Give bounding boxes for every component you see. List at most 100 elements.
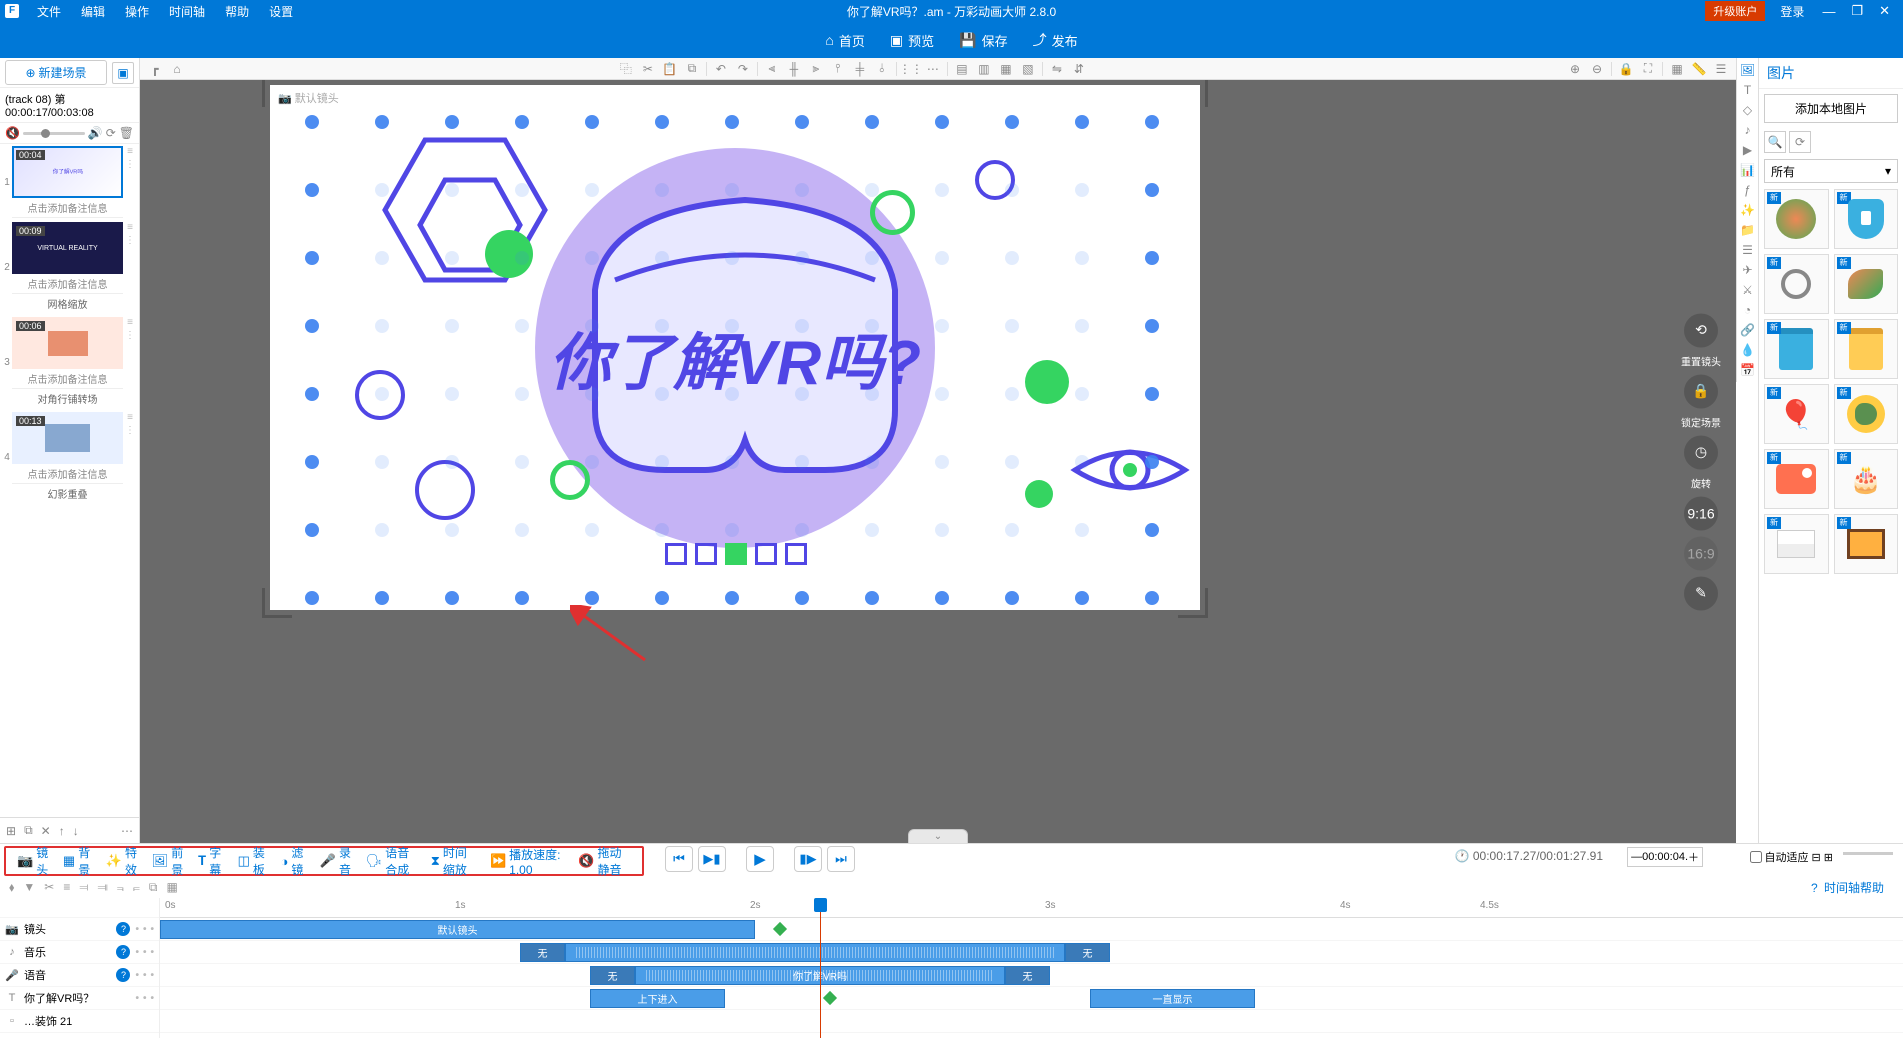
loop-icon[interactable]: ⟳ — [106, 126, 116, 140]
tool-dragmute[interactable]: 🔇拖动静音 — [572, 844, 637, 878]
tool-speed[interactable]: ⏩播放速度: 1.00 — [484, 846, 572, 877]
vt-link-icon[interactable]: 🔗 — [1739, 321, 1757, 339]
tb-dist-h-icon[interactable]: ⋮⋮ — [901, 60, 921, 78]
tb-front-icon[interactable]: ▤ — [952, 60, 972, 78]
tool-bg[interactable]: ▦背景 — [57, 844, 100, 878]
track-text[interactable]: T你了解VR吗？••• — [0, 987, 159, 1010]
timeline-zoom-slider[interactable] — [1843, 852, 1893, 855]
tb-grid-icon[interactable]: ▦ — [1667, 60, 1687, 78]
asset-item[interactable]: 新🎈 — [1764, 384, 1829, 444]
asset-item[interactable]: 新 — [1764, 514, 1829, 574]
new-scene-button[interactable]: ⊕新建场景 — [5, 60, 107, 85]
tb-align-hc-icon[interactable]: ╫ — [784, 60, 804, 78]
asset-item[interactable]: 新 — [1834, 514, 1899, 574]
asset-item[interactable]: 新 — [1834, 319, 1899, 379]
track-camera[interactable]: 📷镜头?••• — [0, 918, 159, 941]
tb-dist-v-icon[interactable]: ⋯ — [923, 60, 943, 78]
vt-layers-icon[interactable]: ☰ — [1739, 241, 1757, 259]
up-icon[interactable]: ↑ — [56, 822, 68, 840]
tb-flip-v-icon[interactable]: ⇵ — [1069, 60, 1089, 78]
vt-chart-icon[interactable]: 📊 — [1739, 161, 1757, 179]
tl-filter-icon[interactable]: ▼ — [20, 880, 38, 894]
ratio-916-button[interactable]: 9:16 — [1684, 496, 1718, 530]
tb-redo-icon[interactable]: ↷ — [733, 60, 753, 78]
asset-item[interactable]: 新🎂 — [1834, 449, 1899, 509]
tool-filter[interactable]: ◑滤镜 — [274, 844, 313, 878]
vt-text-icon[interactable]: T — [1739, 81, 1757, 99]
auto-adapt-checkbox[interactable]: 自动适应 ⊟ ⊞ — [1750, 849, 1834, 865]
tb-dup-icon[interactable]: ⧉ — [682, 60, 702, 78]
tb-layer-icon[interactable]: ☰ — [1711, 60, 1731, 78]
upgrade-button[interactable]: 升级账户 — [1705, 1, 1765, 21]
tb-corner-icon[interactable]: ┏ — [145, 60, 165, 78]
vt-folder-icon[interactable]: 📁 — [1739, 221, 1757, 239]
save-button[interactable]: 💾保存 — [959, 31, 1007, 50]
track-row-camera[interactable]: 默认镜头 — [160, 918, 1903, 941]
menu-op[interactable]: 操作 — [115, 3, 159, 20]
menu-edit[interactable]: 编辑 — [71, 3, 115, 20]
scene-item-4[interactable]: 4 00:13 点击添加备注信息 幻影重叠 ≡⋮ — [2, 412, 137, 503]
home-button[interactable]: ⌂首页 — [825, 31, 864, 50]
play-button[interactable]: ▶ — [746, 846, 774, 872]
tb-back-icon[interactable]: ▧ — [1018, 60, 1038, 78]
tb-align-bottom-icon[interactable]: ⫰ — [872, 60, 892, 78]
tool-camera[interactable]: 📷镜头 — [11, 844, 57, 878]
track-row-voice[interactable]: 无 你了解VR吗 无 — [160, 964, 1903, 987]
vt-sword-icon[interactable]: ⚔ — [1739, 281, 1757, 299]
vt-image-icon[interactable]: 🖼 — [1739, 61, 1757, 79]
tl-cut-icon[interactable]: ✂ — [41, 880, 57, 894]
timeline-ruler[interactable]: 0s 1s 2s 3s 4s 4.5s — [160, 898, 1903, 918]
tl-a6-icon[interactable]: ▦ — [164, 880, 181, 894]
play-to-end-button[interactable]: ⏭ — [827, 846, 855, 872]
login-button[interactable]: 登录 — [1770, 3, 1814, 20]
tb-align-top-icon[interactable]: ⫯ — [828, 60, 848, 78]
vt-cal-icon[interactable]: 📅 — [1739, 361, 1757, 379]
menu-help[interactable]: 帮助 — [215, 3, 259, 20]
asset-item[interactable]: 新 — [1764, 189, 1829, 249]
keyframe-icon[interactable] — [823, 991, 837, 1005]
canvas-body[interactable]: 📷 默认镜头 — [140, 80, 1736, 843]
tb-align-vc-icon[interactable]: ╪ — [850, 60, 870, 78]
vt-music-icon[interactable]: ♪ — [1739, 121, 1757, 139]
scene-template-button[interactable]: ▣ — [112, 62, 134, 84]
tb-zoomin-icon[interactable]: ⊕ — [1565, 60, 1585, 78]
volume-slider[interactable] — [23, 132, 85, 135]
minimize-button[interactable]: — — [1814, 4, 1843, 19]
del-scene-icon[interactable]: ✕ — [38, 822, 54, 840]
tb-align-right-icon[interactable]: ⫸ — [806, 60, 826, 78]
menu-file[interactable]: 文件 — [27, 3, 71, 20]
tb-flip-h-icon[interactable]: ⇋ — [1047, 60, 1067, 78]
asset-item[interactable]: 新 — [1834, 189, 1899, 249]
track-extra[interactable]: ▫…装饰 21 — [0, 1010, 159, 1033]
add-scene-icon[interactable]: ⊞ — [3, 822, 19, 840]
trash-icon[interactable]: 🗑 — [119, 126, 134, 140]
asset-search-button[interactable]: 🔍 — [1764, 131, 1786, 153]
tb-ruler-icon[interactable]: 📏 — [1689, 60, 1709, 78]
speaker-icon[interactable]: 🔊 — [88, 126, 103, 140]
asset-item[interactable]: 新 — [1764, 449, 1829, 509]
tl-a1-icon[interactable]: ⫤ — [76, 880, 91, 895]
tl-cursor-icon[interactable]: ⬧ — [6, 880, 17, 895]
mute-icon[interactable]: 🔇 — [5, 126, 20, 140]
asset-item[interactable]: 新 — [1764, 319, 1829, 379]
vt-video-icon[interactable]: ▶ — [1739, 141, 1757, 159]
timeline-tracks[interactable]: 0s 1s 2s 3s 4s 4.5s 默认镜头 无 无 无 你了解VR吗 无 — [160, 898, 1903, 1038]
maximize-button[interactable]: ❐ — [1843, 3, 1871, 19]
asset-item[interactable]: 新 — [1764, 254, 1829, 314]
close-button[interactable]: ✕ — [1871, 3, 1898, 19]
tl-a2-icon[interactable]: ⫥ — [94, 880, 110, 895]
rotate-button[interactable]: ◷ — [1684, 435, 1718, 469]
tool-fx[interactable]: ✨特效 — [100, 844, 146, 878]
vt-formula-icon[interactable]: ƒ — [1739, 181, 1757, 199]
tool-subtitle[interactable]: 𝐓字幕 — [192, 844, 232, 878]
tb-undo-icon[interactable]: ↶ — [711, 60, 731, 78]
add-local-image-button[interactable]: 添加本地图片 — [1764, 94, 1898, 123]
tl-a3-icon[interactable]: ⫬ — [114, 880, 127, 895]
scene-item-3[interactable]: 3 00:06 点击添加备注信息 对角行铺转场 ≡⋮ — [2, 317, 137, 408]
timeline-help-link[interactable]: ? 时间轴帮助 — [1811, 879, 1897, 896]
step-forward-button[interactable]: ▮▶ — [794, 846, 822, 872]
tb-backward-icon[interactable]: ▦ — [996, 60, 1016, 78]
vt-clock-icon[interactable]: ◔ — [1739, 301, 1757, 319]
menu-timeline[interactable]: 时间轴 — [159, 3, 215, 20]
preview-button[interactable]: ▣预览 — [890, 31, 934, 50]
